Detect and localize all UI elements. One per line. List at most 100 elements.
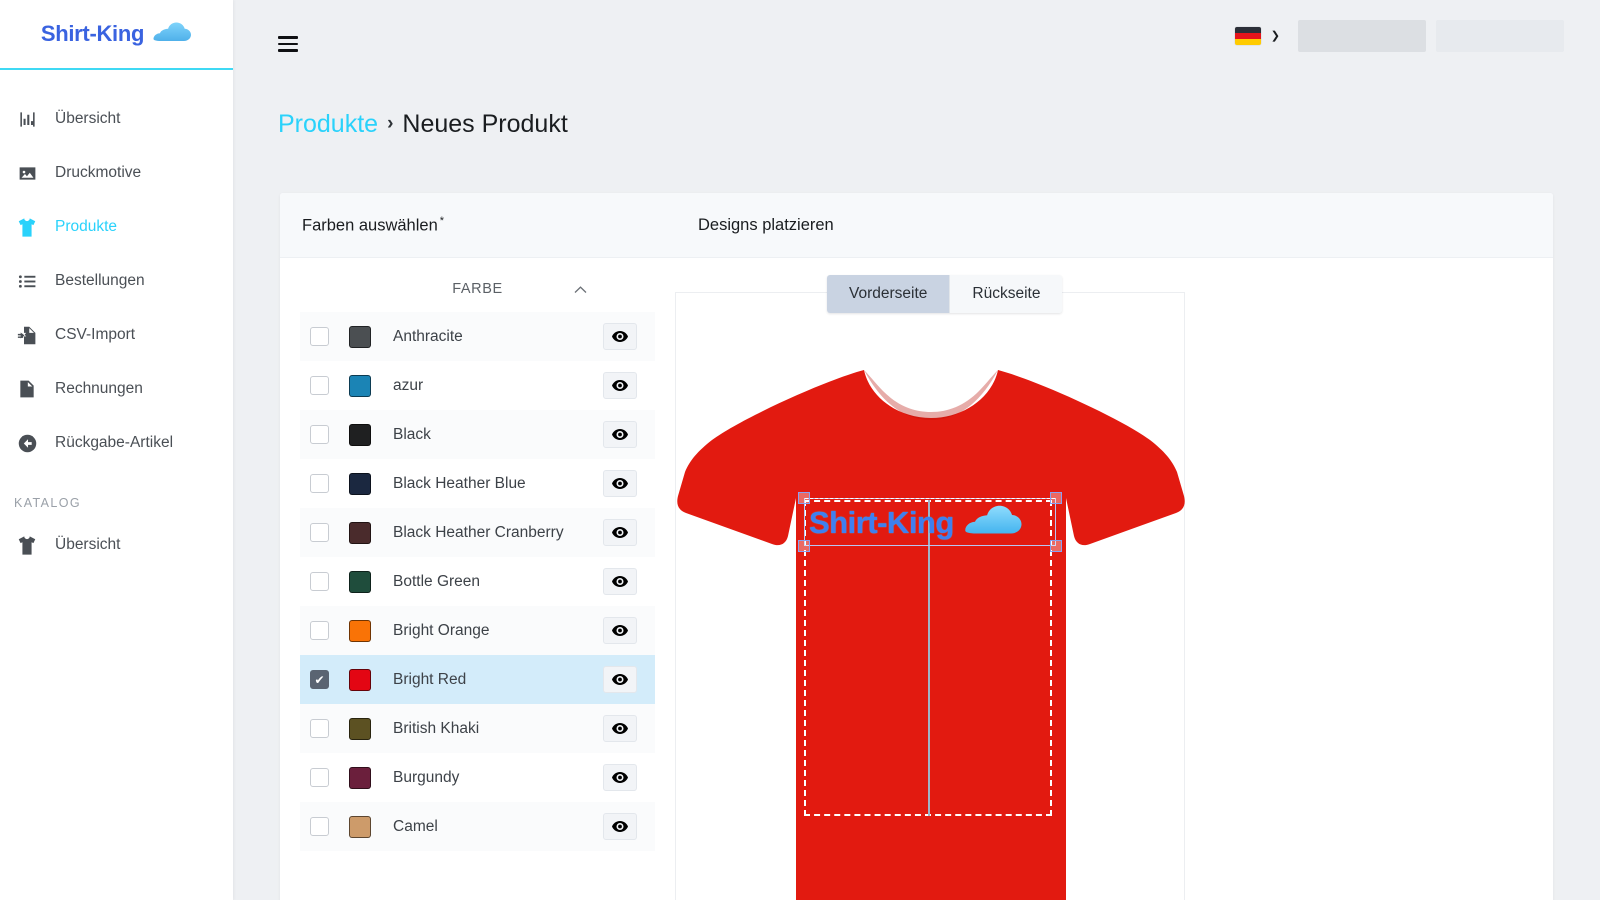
color-row[interactable]: Black bbox=[300, 410, 655, 459]
preview-color-button[interactable] bbox=[603, 715, 637, 742]
card-header: Farben auswählen * Designs platzieren bbox=[280, 193, 1553, 258]
sidebar-item-bestellungen[interactable]: Bestellungen bbox=[0, 254, 233, 308]
tshirt-solid-icon bbox=[16, 534, 38, 556]
brand-name: Shirt-King bbox=[40, 21, 145, 46]
color-row[interactable]: Bottle Green bbox=[300, 557, 655, 606]
resize-handle-top-right[interactable] bbox=[1050, 492, 1062, 504]
preview-color-button[interactable] bbox=[603, 813, 637, 840]
sidebar: Shirt-King Übersicht Druckmotive Produkt… bbox=[0, 0, 233, 900]
sidebar-item-label: Bestellungen bbox=[55, 272, 145, 289]
color-column-header[interactable]: FARBE bbox=[300, 266, 655, 312]
hamburger-icon[interactable] bbox=[278, 36, 298, 52]
tshirt-icon bbox=[16, 216, 38, 238]
preview-canvas[interactable]: Shirt-King bbox=[675, 292, 1185, 900]
sidebar-section-katalog: KATALOG bbox=[14, 496, 81, 510]
color-row[interactable]: Black Heather Cranberry bbox=[300, 508, 655, 557]
color-row[interactable]: Anthracite bbox=[300, 312, 655, 361]
design-element-shirt-king-logo[interactable]: Shirt-King bbox=[809, 502, 1024, 543]
preview-color-button[interactable] bbox=[603, 568, 637, 595]
color-row[interactable]: Bright Orange bbox=[300, 606, 655, 655]
preview-color-button[interactable] bbox=[603, 519, 637, 546]
color-name: azur bbox=[393, 376, 424, 394]
color-checkbox[interactable] bbox=[310, 474, 329, 493]
user-menu-placeholder[interactable] bbox=[1298, 20, 1426, 52]
color-checkbox[interactable] bbox=[310, 719, 329, 738]
color-swatch bbox=[349, 717, 371, 740]
color-checkbox[interactable] bbox=[310, 670, 329, 689]
tab-rueckseite[interactable]: Rückseite bbox=[950, 275, 1063, 313]
breadcrumb-current: Neues Produkt bbox=[402, 109, 568, 138]
eye-icon bbox=[612, 772, 628, 783]
sidebar-item-druckmotive[interactable]: Druckmotive bbox=[0, 146, 233, 200]
app-root: Shirt-King Übersicht Druckmotive Produkt… bbox=[0, 0, 1600, 900]
main-content: ❯ Produkte › Neues Produkt Farben auswäh… bbox=[233, 0, 1600, 900]
color-name: Bottle Green bbox=[393, 572, 481, 590]
preview-color-button[interactable] bbox=[603, 372, 637, 399]
tab-vorderseite[interactable]: Vorderseite bbox=[827, 275, 951, 313]
sidebar-item-label: Rückgabe-Artikel bbox=[55, 434, 174, 451]
preview-color-button[interactable] bbox=[603, 617, 637, 644]
resize-handle-bottom-left[interactable] bbox=[798, 540, 810, 552]
color-checkbox[interactable] bbox=[310, 376, 329, 395]
sidebar-item-label: Übersicht bbox=[55, 110, 121, 127]
color-checkbox[interactable] bbox=[310, 327, 329, 346]
eye-icon bbox=[612, 429, 628, 440]
eye-icon bbox=[612, 576, 628, 587]
arrow-left-circle-icon bbox=[16, 432, 38, 454]
eye-icon bbox=[612, 723, 628, 734]
color-checkbox[interactable] bbox=[310, 572, 329, 591]
color-row[interactable]: Camel bbox=[300, 802, 655, 851]
color-checkbox[interactable] bbox=[310, 523, 329, 542]
invoice-icon bbox=[16, 378, 38, 400]
color-name: Bright Red bbox=[393, 670, 467, 688]
sidebar-item-uebersicht[interactable]: Übersicht bbox=[0, 92, 233, 146]
color-row[interactable]: Black Heather Blue bbox=[300, 459, 655, 508]
eye-icon bbox=[612, 674, 628, 685]
color-name: Burgundy bbox=[393, 768, 460, 786]
eye-icon bbox=[612, 331, 628, 342]
resize-handle-bottom-right[interactable] bbox=[1050, 540, 1062, 552]
list-icon bbox=[16, 270, 38, 292]
sidebar-item-rechnungen[interactable]: Rechnungen bbox=[0, 362, 233, 416]
resize-handle-top-left[interactable] bbox=[798, 492, 810, 504]
color-checkbox[interactable] bbox=[310, 621, 329, 640]
de-flag-icon[interactable] bbox=[1234, 27, 1261, 45]
design-selection-box[interactable]: Shirt-King bbox=[798, 492, 1062, 552]
brand-logo[interactable]: Shirt-King bbox=[0, 0, 233, 70]
preview-color-button[interactable] bbox=[603, 323, 637, 350]
eye-icon bbox=[612, 380, 628, 391]
color-swatch bbox=[349, 668, 371, 691]
topbar-right: ❯ bbox=[1234, 20, 1564, 52]
preview-color-button[interactable] bbox=[603, 470, 637, 497]
sidebar-item-katalog-uebersicht[interactable]: Übersicht bbox=[0, 518, 233, 572]
color-swatch bbox=[349, 815, 371, 838]
color-name: Camel bbox=[393, 817, 438, 835]
file-import-icon bbox=[16, 324, 38, 346]
color-row[interactable]: Bright Red bbox=[300, 655, 655, 704]
chevron-up-icon[interactable] bbox=[574, 282, 587, 297]
breadcrumb-separator-icon: › bbox=[387, 113, 394, 134]
color-checkbox[interactable] bbox=[310, 817, 329, 836]
color-checkbox[interactable] bbox=[310, 768, 329, 787]
sidebar-item-rueckgabe-artikel[interactable]: Rückgabe-Artikel bbox=[0, 416, 233, 470]
sidebar-item-csv-import[interactable]: CSV-Import bbox=[0, 308, 233, 362]
color-row[interactable]: azur bbox=[300, 361, 655, 410]
colors-section-title: Farben auswählen * bbox=[280, 215, 690, 236]
sidebar-item-label: Übersicht bbox=[55, 536, 121, 553]
chevron-down-icon[interactable]: ❯ bbox=[1271, 30, 1280, 42]
preview-side-tabs: Vorderseite Rückseite bbox=[827, 275, 1063, 313]
eye-icon bbox=[612, 478, 628, 489]
preview-color-button[interactable] bbox=[603, 764, 637, 791]
color-name: Black Heather Blue bbox=[393, 474, 526, 492]
topbar: ❯ bbox=[233, 0, 1600, 98]
preview-color-button[interactable] bbox=[603, 421, 637, 448]
color-row[interactable]: British Khaki bbox=[300, 704, 655, 753]
color-row[interactable]: Burgundy bbox=[300, 753, 655, 802]
preview-color-button[interactable] bbox=[603, 666, 637, 693]
sidebar-item-produkte[interactable]: Produkte bbox=[0, 200, 233, 254]
color-swatch bbox=[349, 325, 371, 348]
breadcrumb-parent-link[interactable]: Produkte bbox=[278, 110, 378, 139]
color-swatch bbox=[349, 766, 371, 789]
color-swatch bbox=[349, 472, 371, 495]
color-checkbox[interactable] bbox=[310, 425, 329, 444]
